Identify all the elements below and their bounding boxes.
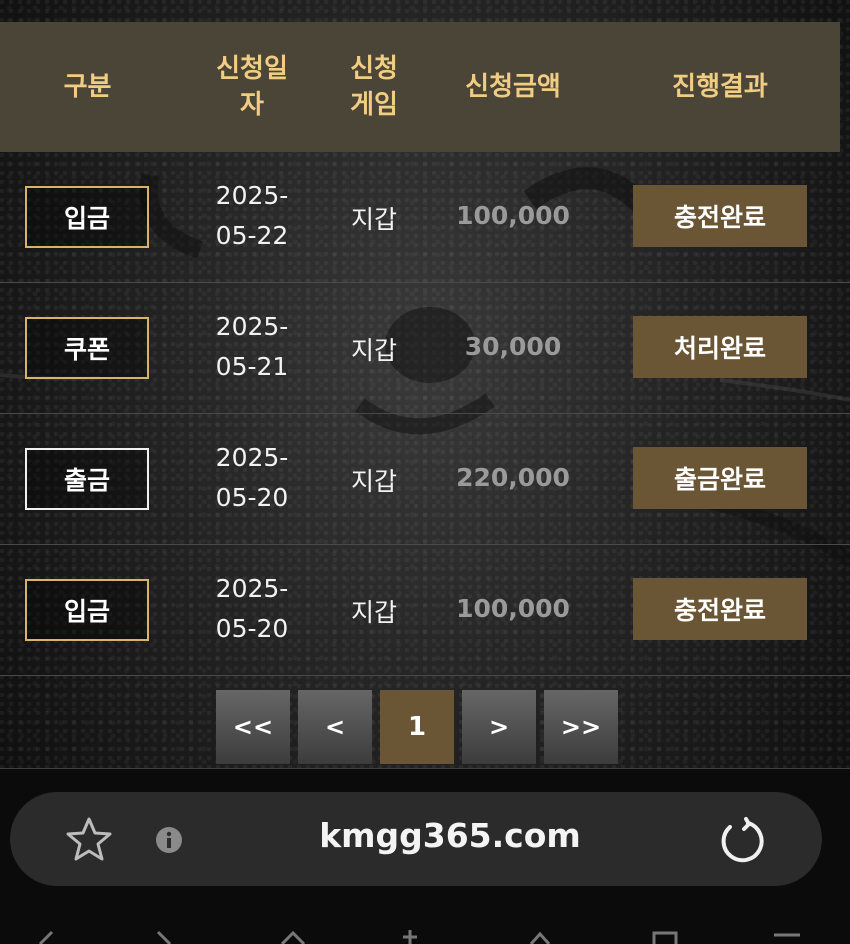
status-button[interactable]: 충전완료 xyxy=(633,578,807,640)
header-status: 진행결과 xyxy=(672,72,768,102)
header-type: 구분 xyxy=(63,72,112,102)
header-amount: 신청금액 xyxy=(465,72,561,102)
date-cell: 2025- 05-20 xyxy=(215,443,289,512)
type-badge: 쿠폰 xyxy=(25,317,149,379)
game-cell: 지갑 xyxy=(350,467,397,496)
date-cell: 2025- 05-20 xyxy=(215,574,289,643)
table-row: 입금 2025- 05-22 지갑 100,000 충전완료 xyxy=(0,152,850,283)
status-button[interactable]: 처리완료 xyxy=(633,316,807,378)
current-page-button[interactable]: 1 xyxy=(380,690,454,764)
status-button[interactable]: 출금완료 xyxy=(633,447,807,509)
game-cell: 지갑 xyxy=(350,598,397,627)
status-button[interactable]: 충전완료 xyxy=(633,185,807,247)
menu-icon[interactable] xyxy=(772,930,802,944)
amount-cell: 100,000 xyxy=(456,201,570,230)
header-date: 신청일 자 xyxy=(216,54,288,120)
sparkle-icon[interactable] xyxy=(395,930,425,944)
game-cell: 지갑 xyxy=(350,205,397,234)
info-icon[interactable] xyxy=(155,826,183,854)
type-badge: 입금 xyxy=(25,579,149,641)
prev-page-button[interactable]: < xyxy=(298,690,372,764)
type-badge: 입금 xyxy=(25,186,149,248)
type-badge: 출금 xyxy=(25,448,149,510)
next-page-button[interactable]: > xyxy=(462,690,536,764)
amount-cell: 100,000 xyxy=(456,594,570,623)
first-page-button[interactable]: << xyxy=(216,690,290,764)
star-icon[interactable] xyxy=(64,815,114,865)
last-page-button[interactable]: >> xyxy=(544,690,618,764)
date-cell: 2025- 05-21 xyxy=(215,312,289,381)
game-cell: 지갑 xyxy=(350,336,397,365)
date-cell: 2025- 05-22 xyxy=(215,181,289,250)
table-row: 쿠폰 2025- 05-21 지갑 30,000 처리완료 xyxy=(0,283,850,414)
back-nav-icon[interactable] xyxy=(32,930,62,944)
forward-nav-icon[interactable] xyxy=(150,930,180,944)
table-row: 출금 2025- 05-20 지갑 220,000 출금완료 xyxy=(0,414,850,545)
table-row: 입금 2025- 05-20 지갑 100,000 충전완료 xyxy=(0,545,850,676)
reload-icon[interactable] xyxy=(716,815,768,867)
header-game: 신청 게임 xyxy=(350,54,398,120)
share-icon[interactable] xyxy=(525,930,555,944)
url-text[interactable]: kmgg365.com xyxy=(300,816,600,855)
home-icon[interactable] xyxy=(278,930,308,944)
amount-cell: 220,000 xyxy=(456,463,570,492)
table-header: 구분 신청일 자 신청 게임 신청금액 진행결과 xyxy=(0,22,840,152)
tabs-icon[interactable] xyxy=(650,930,680,944)
amount-cell: 30,000 xyxy=(464,332,562,361)
